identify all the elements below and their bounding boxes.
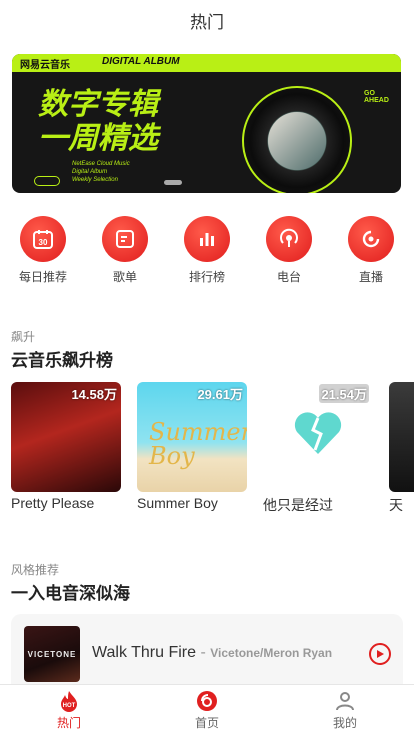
calendar-day: 30 bbox=[39, 238, 48, 247]
quick-entry-charts[interactable]: 排行榜 bbox=[177, 216, 237, 285]
rising-card-name: 天 bbox=[389, 497, 403, 513]
banner-stripe bbox=[12, 54, 401, 72]
broken-heart-icon bbox=[294, 412, 342, 454]
rising-title: 云音乐飙升榜 bbox=[11, 351, 113, 370]
banner-album-photo bbox=[268, 112, 326, 170]
rising-card-name: Pretty Please bbox=[11, 495, 95, 511]
play-count: 29.61万 bbox=[197, 387, 243, 402]
rising-card-cover bbox=[389, 382, 414, 492]
quick-entry-label: 电台 bbox=[276, 270, 301, 284]
quick-entry-label: 直播 bbox=[358, 270, 383, 284]
banner-sub-3: Weekly Selection bbox=[72, 177, 118, 183]
live-icon bbox=[348, 216, 394, 262]
top-bar: 热门 bbox=[0, 0, 414, 40]
quick-entry-live[interactable]: 直播 bbox=[341, 216, 401, 285]
rising-card-name: Summer Boy bbox=[137, 495, 218, 511]
banner-brand: 网易云音乐 bbox=[20, 60, 70, 71]
song-title: Walk Thru Fire bbox=[92, 644, 197, 661]
song-separator: - bbox=[196, 644, 211, 661]
rising-subtitle: 飙升 bbox=[11, 330, 36, 344]
rising-card-name: 他只是经过 bbox=[263, 497, 333, 513]
banner-album-tag: DIGITAL ALBUM bbox=[102, 56, 180, 67]
rising-card[interactable]: 14.58万 Pretty Please bbox=[11, 382, 121, 511]
tab-mine[interactable]: 我的 bbox=[276, 685, 414, 736]
radio-icon bbox=[266, 216, 312, 262]
rising-card[interactable]: 29.61万 Summer Boy Summer Boy bbox=[137, 382, 247, 511]
banner-headline-line1: 数字专辑 bbox=[38, 88, 158, 121]
tab-label: 热门 bbox=[56, 716, 81, 730]
quick-entry-daily[interactable]: 30 每日推荐 bbox=[13, 216, 73, 285]
rising-card[interactable]: 天 bbox=[389, 382, 414, 514]
chart-bars-icon bbox=[184, 216, 230, 262]
banner-carousel[interactable]: 网易云音乐 DIGITAL ALBUM 数字专辑 一周精选 NetEase Cl… bbox=[12, 54, 401, 193]
quick-entry-label: 每日推荐 bbox=[18, 270, 67, 284]
quick-entry-label: 排行榜 bbox=[188, 270, 225, 284]
playlist-icon bbox=[102, 216, 148, 262]
rising-card-cover: 21.54万 bbox=[263, 382, 373, 492]
carousel-indicator[interactable] bbox=[164, 180, 182, 185]
play-count: 14.58万 bbox=[71, 387, 117, 402]
bottom-tab-bar: HOT 热门 首页 我的 bbox=[0, 684, 414, 736]
rising-card[interactable]: 21.54万 他只是经过 bbox=[263, 382, 373, 514]
song-info: Walk Thru Fire - Vicetone/Meron Ryan bbox=[92, 644, 332, 662]
play-icon[interactable] bbox=[369, 643, 391, 665]
song-cover: VICETONE bbox=[24, 626, 80, 682]
rising-card-cover: 14.58万 bbox=[11, 382, 121, 492]
page-title: 热门 bbox=[190, 12, 224, 32]
rising-card-cover: 29.61万 Summer Boy bbox=[137, 382, 247, 492]
banner-go-ahead: GO AHEAD bbox=[364, 90, 389, 104]
banner-sub-1: NetEase Cloud Music bbox=[72, 161, 130, 167]
style-subtitle: 风格推荐 bbox=[11, 563, 60, 577]
cover-lettering: Summer Boy bbox=[149, 418, 247, 470]
tab-home[interactable]: 首页 bbox=[138, 685, 276, 736]
quick-entry-radio[interactable]: 电台 bbox=[259, 216, 319, 285]
banner-toggle-icon bbox=[34, 176, 60, 186]
banner-subtext: NetEase Cloud Music Digital Album Weekly… bbox=[72, 160, 130, 184]
banner-headline-line2: 一周精选 bbox=[38, 122, 158, 155]
svg-text:HOT: HOT bbox=[63, 703, 76, 709]
tab-label: 首页 bbox=[194, 716, 219, 730]
banner-sub-2: Digital Album bbox=[72, 169, 108, 175]
user-icon bbox=[336, 692, 354, 711]
cover-lettering: VICETONE bbox=[27, 649, 77, 659]
netease-music-icon bbox=[197, 691, 217, 711]
quick-entry-row: 30 每日推荐 歌单 排行榜 电台 直播 bbox=[0, 216, 414, 285]
banner-vinyl-disc bbox=[242, 86, 352, 193]
tab-label: 我的 bbox=[332, 716, 357, 730]
quick-entry-playlist[interactable]: 歌单 bbox=[95, 216, 155, 285]
calendar-icon: 30 bbox=[20, 216, 66, 262]
style-title: 一入电音深似海 bbox=[11, 584, 130, 603]
rising-card-list[interactable]: 14.58万 Pretty Please 29.61万 Summer Boy S… bbox=[11, 382, 414, 514]
banner-headline: 数字专辑 一周精选 bbox=[38, 88, 158, 156]
play-count: 21.54万 bbox=[319, 384, 369, 403]
song-item[interactable]: VICETONE Walk Thru Fire - Vicetone/Meron… bbox=[11, 614, 403, 694]
flame-hot-icon: HOT bbox=[61, 691, 77, 712]
tab-hot[interactable]: HOT 热门 bbox=[0, 685, 138, 736]
quick-entry-label: 歌单 bbox=[112, 270, 137, 284]
song-artist: Vicetone/Meron Ryan bbox=[210, 646, 333, 660]
